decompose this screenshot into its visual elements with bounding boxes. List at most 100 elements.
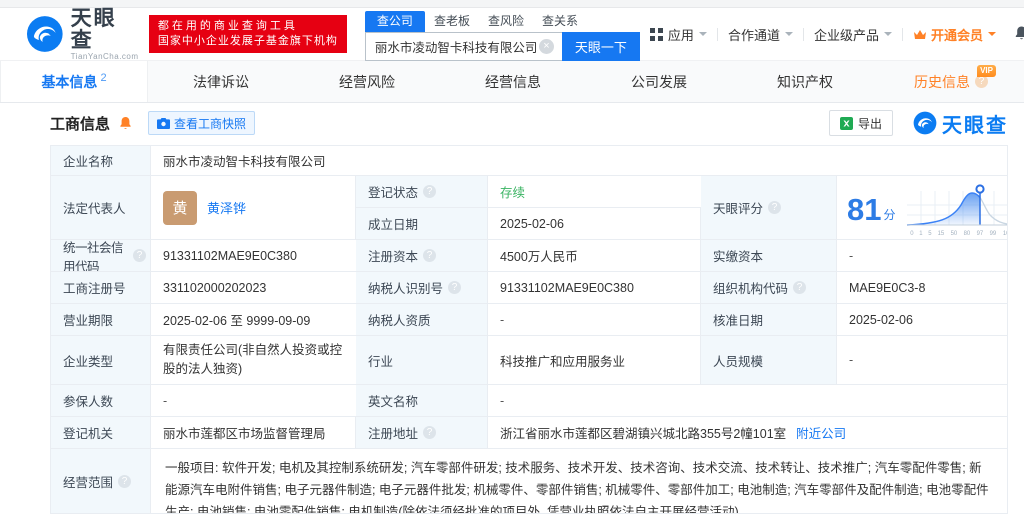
logo-title: 天眼查 bbox=[71, 8, 139, 52]
field-label: 法定代表人 bbox=[51, 176, 151, 240]
nav-partner[interactable]: 合作通道 bbox=[718, 25, 803, 44]
tyc-logo-icon bbox=[913, 111, 937, 135]
tab-label: 公司发展 bbox=[631, 72, 687, 92]
nav-apps-label: 应用 bbox=[668, 25, 694, 44]
avatar[interactable]: 黄 bbox=[163, 191, 197, 225]
field-label: 登记机关 bbox=[51, 417, 151, 449]
help-icon[interactable] bbox=[768, 201, 781, 214]
approval-date-value: 2025-02-06 bbox=[837, 304, 1007, 336]
tianyancha-logo[interactable]: 天眼查 TianYanCha.com bbox=[26, 8, 139, 61]
help-icon[interactable] bbox=[448, 281, 461, 294]
tab-label: 基本信息 bbox=[41, 72, 97, 92]
field-label: 经营范围 bbox=[51, 449, 151, 514]
excel-icon bbox=[840, 117, 853, 130]
score-unit: 分 bbox=[883, 206, 895, 223]
help-icon[interactable] bbox=[118, 475, 131, 488]
insured-count-value: - bbox=[151, 385, 356, 417]
field-label: 营业期限 bbox=[51, 304, 151, 336]
export-button-label: 导出 bbox=[858, 115, 882, 132]
section-header: 工商信息 查看工商快照 导出 天眼查 bbox=[0, 103, 1024, 143]
brand-slogan: 都在用的商业查询工具 国家中小企业发展子基金旗下机构 bbox=[149, 15, 347, 53]
score-marker-pin bbox=[976, 185, 983, 192]
export-button[interactable]: 导出 bbox=[829, 110, 893, 136]
reg-capital-value: 4500万人民币 bbox=[488, 240, 701, 272]
field-label: 行业 bbox=[356, 336, 488, 385]
clear-icon[interactable]: × bbox=[539, 39, 554, 54]
section-title: 工商信息 bbox=[50, 113, 110, 134]
reg-authority-value: 丽水市莲都区市场监督管理局 bbox=[151, 417, 356, 449]
industry-value: 科技推广和应用服务业 bbox=[488, 336, 701, 385]
score-distribution-chart: 01 515 5080 9799 100 bbox=[904, 183, 1008, 237]
bell-icon bbox=[1014, 25, 1024, 41]
company-name-value: 丽水市凌动智卡科技有限公司 bbox=[151, 146, 1007, 176]
establish-date-value: 2025-02-06 bbox=[488, 208, 701, 240]
tab-legal-proceedings[interactable]: 法律诉讼 bbox=[148, 61, 294, 102]
search-button[interactable]: 天眼一下 bbox=[562, 32, 640, 61]
help-icon[interactable] bbox=[793, 281, 806, 294]
browser-top-strip bbox=[0, 0, 1024, 8]
paid-capital-value: - bbox=[837, 240, 1007, 272]
business-snapshot-button[interactable]: 查看工商快照 bbox=[148, 111, 255, 135]
help-icon[interactable] bbox=[423, 185, 436, 198]
tab-operating-risk[interactable]: 经营风险 bbox=[294, 61, 440, 102]
search-tab-boss[interactable]: 查老板 bbox=[425, 11, 479, 32]
field-label: 登记状态 bbox=[356, 176, 488, 208]
field-label: 人员规模 bbox=[701, 336, 837, 385]
search-input[interactable] bbox=[365, 32, 562, 61]
tab-label: 历史信息 bbox=[914, 72, 970, 92]
field-label: 注册资本 bbox=[356, 240, 488, 272]
field-label: 英文名称 bbox=[356, 385, 488, 417]
reg-number-value: 331102000202023 bbox=[151, 272, 356, 304]
tab-intellectual-property[interactable]: 知识产权 bbox=[732, 61, 878, 102]
nav-apps[interactable]: 应用 bbox=[640, 25, 717, 44]
company-type-value: 有限责任公司(非自然人投资或控股的法人独资) bbox=[151, 336, 356, 385]
header-nav: 应用 合作通道 企业级产品 开通会员 费米 bbox=[640, 25, 1024, 44]
logo-subtitle: TianYanCha.com bbox=[71, 52, 139, 61]
taxpayer-quality-value: - bbox=[488, 304, 701, 336]
field-label: 纳税人识别号 bbox=[356, 272, 488, 304]
score-axis-ticks: 01 515 5080 9799 100 bbox=[910, 230, 1008, 237]
slogan-line1: 都在用的商业查询工具 bbox=[158, 19, 338, 34]
org-code-value: MAE9E0C3-8 bbox=[837, 272, 1007, 304]
search-tabs: 查公司 查老板 查风险 查关系 bbox=[365, 11, 640, 32]
nav-enterprise[interactable]: 企业级产品 bbox=[804, 25, 902, 44]
nav-enterprise-label: 企业级产品 bbox=[814, 25, 879, 44]
tyc-score-cell[interactable]: 81 分 bbox=[837, 176, 1007, 240]
tab-label: 法律诉讼 bbox=[193, 72, 249, 92]
business-term-value: 2025-02-06 至 9999-09-09 bbox=[151, 304, 356, 336]
camera-icon bbox=[157, 118, 170, 129]
help-icon[interactable] bbox=[423, 426, 436, 439]
caret-down-icon bbox=[884, 32, 892, 36]
tab-basic-info[interactable]: 基本信息 2 bbox=[0, 61, 148, 102]
tab-business-info[interactable]: 经营信息 bbox=[440, 61, 586, 102]
field-label: 天眼评分 bbox=[701, 176, 837, 240]
tab-company-development[interactable]: 公司发展 bbox=[586, 61, 732, 102]
nearby-companies-link[interactable]: 附近公司 bbox=[796, 423, 846, 442]
legal-rep-link[interactable]: 黄泽铧 bbox=[207, 198, 246, 217]
nav-open-vip[interactable]: 开通会员 bbox=[903, 25, 1006, 44]
search-tab-relation[interactable]: 查关系 bbox=[533, 11, 587, 32]
field-label: 核准日期 bbox=[701, 304, 837, 336]
field-label: 参保人数 bbox=[51, 385, 151, 417]
watermark-logo: 天眼查 bbox=[913, 109, 1008, 138]
help-icon[interactable] bbox=[423, 249, 436, 262]
field-label: 实缴资本 bbox=[701, 240, 837, 272]
snapshot-button-label: 查看工商快照 bbox=[174, 115, 246, 132]
tab-history-info[interactable]: VIP 历史信息 bbox=[878, 61, 1024, 102]
notification-bell[interactable] bbox=[1006, 25, 1024, 44]
search-tab-company[interactable]: 查公司 bbox=[365, 11, 425, 32]
english-name-value: - bbox=[488, 385, 1007, 417]
field-label: 组织机构代码 bbox=[701, 272, 837, 304]
staff-size-value: - bbox=[837, 336, 1007, 385]
apps-grid-icon bbox=[650, 28, 663, 41]
tab-label: 经营信息 bbox=[485, 72, 541, 92]
tab-label: 知识产权 bbox=[777, 72, 833, 92]
help-icon[interactable] bbox=[133, 249, 146, 262]
business-info-table: 企业名称 丽水市凌动智卡科技有限公司 法定代表人 黄 黄泽铧 登记状态 存续 成… bbox=[50, 145, 1008, 514]
search-tab-risk[interactable]: 查风险 bbox=[479, 11, 533, 32]
field-label: 企业名称 bbox=[51, 146, 151, 176]
tab-badge: 2 bbox=[100, 72, 106, 84]
field-label: 注册地址 bbox=[356, 417, 488, 449]
business-scope-value: 一般项目: 软件开发; 电机及其控制系统研发; 汽车零部件研发; 技术服务、技术… bbox=[151, 449, 1007, 514]
reg-address-value: 浙江省丽水市莲都区碧湖镇兴城北路355号2幢101室 附近公司 bbox=[488, 417, 1007, 449]
